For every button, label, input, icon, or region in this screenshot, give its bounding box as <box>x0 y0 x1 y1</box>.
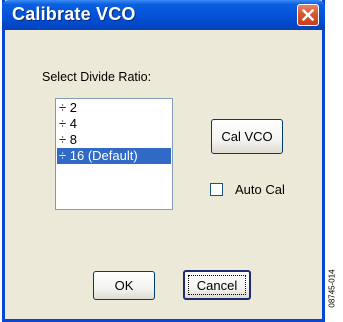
cal-vco-button[interactable]: Cal VCO <box>211 119 283 154</box>
title-bar[interactable]: Calibrate VCO <box>2 0 325 30</box>
list-item-divide-8[interactable]: ÷ 8 <box>57 132 171 148</box>
divide-ratio-label: Select Divide Ratio: <box>42 70 152 84</box>
close-button[interactable] <box>297 4 319 26</box>
ok-button[interactable]: OK <box>93 271 155 300</box>
figure-code-text: 08745-014 <box>327 269 337 308</box>
calibrate-vco-dialog: Calibrate VCO Select Divide Ratio: ÷ 2 ÷… <box>2 0 325 322</box>
cancel-button-label: Cancel <box>196 277 238 293</box>
list-item-divide-2[interactable]: ÷ 2 <box>57 100 171 116</box>
cancel-button[interactable]: Cancel <box>183 270 251 300</box>
list-item-divide-4[interactable]: ÷ 4 <box>57 116 171 132</box>
divide-ratio-listbox[interactable]: ÷ 2 ÷ 4 ÷ 8 ÷ 16 (Default) <box>55 98 173 210</box>
close-x-icon <box>302 9 314 21</box>
auto-cal-label[interactable]: Auto Cal <box>235 182 285 197</box>
figure-code: 08745-014 <box>328 262 343 322</box>
auto-cal-checkbox[interactable] <box>210 183 223 196</box>
list-item-divide-16[interactable]: ÷ 16 (Default) <box>57 148 171 164</box>
window-title: Calibrate VCO <box>12 4 136 24</box>
